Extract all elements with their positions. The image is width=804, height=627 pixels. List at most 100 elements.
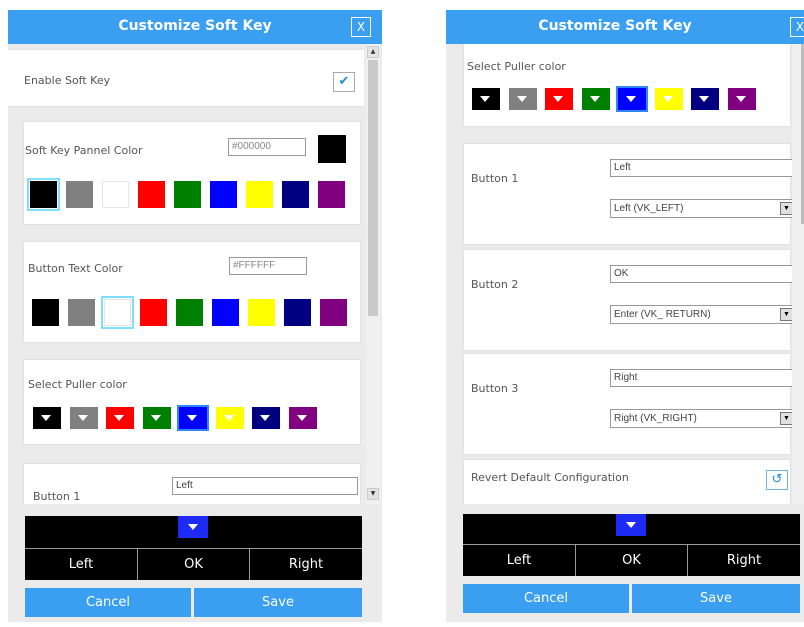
enable-soft-key-label: Enable Soft Key — [24, 74, 111, 87]
color-swatch[interactable] — [68, 299, 95, 326]
cancel-button[interactable]: Cancel — [463, 584, 629, 613]
color-swatch[interactable] — [318, 181, 345, 208]
panel-color-hex-input[interactable]: #000000 — [228, 138, 306, 156]
color-swatch[interactable] — [210, 181, 237, 208]
settings-scroll-area[interactable]: Enable Soft Key ✔ Soft Key Pannel Color … — [8, 44, 364, 504]
puller-color-swatch[interactable] — [691, 88, 719, 110]
vertical-scrollbar[interactable] — [792, 44, 804, 504]
color-swatch[interactable] — [27, 178, 60, 211]
color-swatch[interactable] — [282, 181, 309, 208]
softkey-right-button[interactable]: Right — [249, 548, 362, 580]
button-text-color-hex-input[interactable]: #FFFFFF — [229, 257, 307, 275]
customize-soft-key-dialog-left: Customize Soft Key X Enable Soft Key ✔ S… — [8, 10, 382, 622]
color-swatch[interactable] — [248, 299, 275, 326]
color-swatch[interactable] — [138, 181, 165, 208]
panel-color-preview — [318, 135, 346, 163]
dialog-title: Customize Soft Key — [118, 18, 272, 34]
puller-color-swatch[interactable] — [288, 407, 317, 429]
button1-text-input[interactable]: Left — [172, 477, 358, 495]
puller-color-swatch[interactable] — [177, 405, 209, 431]
softkey-ok-button[interactable]: OK — [575, 544, 687, 576]
settings-scroll-area[interactable]: Select Puller color Button 1 Left Left (… — [446, 44, 792, 504]
enable-soft-key-checkbox[interactable]: ✔ — [333, 72, 355, 92]
dropdown-arrow-icon[interactable]: ▼ — [780, 412, 792, 425]
puller-tab[interactable] — [178, 516, 208, 538]
button2-text-input[interactable]: OK — [610, 265, 792, 283]
puller-color-swatch[interactable] — [581, 88, 610, 110]
title-bar: Customize Soft Key X — [8, 10, 382, 44]
puller-color-swatch[interactable] — [616, 86, 648, 112]
puller-color-swatch[interactable] — [545, 88, 573, 110]
puller-color-label: Select Puller color — [467, 60, 566, 73]
color-swatch[interactable] — [101, 296, 134, 329]
revert-icon[interactable]: ↺ — [766, 470, 788, 490]
puller-color-card: Select Puller color — [464, 44, 790, 126]
close-button[interactable]: X — [351, 17, 371, 37]
softkey-left-button[interactable]: Left — [25, 548, 137, 580]
revert-label: Revert Default Configuration — [471, 471, 629, 484]
chevron-down-icon — [41, 415, 51, 421]
color-swatch[interactable] — [176, 299, 203, 326]
puller-color-swatch[interactable] — [69, 407, 98, 429]
chevron-down-icon — [589, 96, 600, 102]
button1-label: Button 1 — [33, 490, 81, 503]
button1-text-input[interactable]: Left — [610, 159, 792, 177]
chevron-down-icon — [114, 415, 124, 421]
puller-tab[interactable] — [616, 514, 646, 536]
dialog-title: Customize Soft Key — [538, 18, 692, 34]
puller-color-swatch[interactable] — [215, 407, 244, 429]
scrollbar-thumb[interactable] — [368, 60, 378, 316]
customize-soft-key-dialog-right: Customize Soft Key X Select Puller color… — [446, 10, 804, 622]
button-text-color-card: Button Text Color #FFFFFF — [24, 242, 360, 342]
color-swatch[interactable] — [140, 299, 167, 326]
button1-label: Button 1 — [471, 172, 519, 185]
vertical-scrollbar[interactable]: ▲ ▼ — [366, 44, 380, 504]
dropdown-arrow-icon[interactable]: ▼ — [780, 308, 792, 321]
softkey-left-button[interactable]: Left — [463, 544, 575, 576]
chevron-down-icon — [626, 96, 636, 102]
chevron-down-icon — [188, 524, 198, 530]
cancel-button[interactable]: Cancel — [25, 588, 191, 617]
close-button[interactable]: X — [790, 17, 804, 37]
button2-key-value: Enter (VK_ RETURN) — [614, 309, 711, 320]
color-swatch[interactable] — [212, 299, 239, 326]
chevron-down-icon — [699, 96, 709, 102]
chevron-down-icon — [223, 415, 234, 421]
bottom-preview-area: Left OK Right Cancel Save — [446, 504, 804, 622]
color-swatch[interactable] — [32, 299, 59, 326]
save-button[interactable]: Save — [194, 588, 362, 617]
color-swatch[interactable] — [246, 181, 273, 208]
button2-key-select[interactable]: Enter (VK_ RETURN) ▼ — [610, 305, 792, 324]
puller-color-swatch[interactable] — [727, 88, 756, 110]
chevron-down-icon — [626, 522, 636, 528]
puller-color-swatch[interactable] — [472, 88, 500, 110]
button3-key-select[interactable]: Right (VK_RIGHT) ▼ — [610, 409, 792, 428]
dropdown-arrow-icon[interactable]: ▼ — [780, 202, 792, 215]
softkey-right-button[interactable]: Right — [687, 544, 800, 576]
button3-card: Button 3 Right Right (VK_RIGHT) ▼ — [464, 354, 792, 454]
puller-color-swatch[interactable] — [142, 407, 171, 429]
save-button[interactable]: Save — [632, 584, 800, 613]
chevron-down-icon — [516, 96, 527, 102]
button3-text-input[interactable]: Right — [610, 369, 792, 387]
color-swatch[interactable] — [66, 181, 93, 208]
puller-color-swatch[interactable] — [33, 407, 61, 429]
puller-color-swatch[interactable] — [508, 88, 537, 110]
color-swatch[interactable] — [174, 181, 201, 208]
button1-key-value: Left (VK_LEFT) — [614, 203, 684, 214]
puller-color-swatch[interactable] — [654, 88, 683, 110]
chevron-down-icon — [480, 96, 490, 102]
softkey-ok-button[interactable]: OK — [137, 548, 249, 580]
color-swatch[interactable] — [284, 299, 311, 326]
scroll-down-arrow-icon[interactable]: ▼ — [367, 488, 379, 500]
button1-key-select[interactable]: Left (VK_LEFT) ▼ — [610, 199, 792, 218]
puller-color-swatch[interactable] — [106, 407, 134, 429]
puller-color-card: Select Puller color — [24, 360, 360, 444]
color-swatch[interactable] — [320, 299, 347, 326]
panel-color-label: Soft Key Pannel Color — [25, 144, 143, 157]
puller-color-swatch[interactable] — [252, 407, 280, 429]
button2-label: Button 2 — [471, 278, 519, 291]
scroll-up-arrow-icon[interactable]: ▲ — [367, 46, 379, 58]
chevron-down-icon — [735, 96, 746, 102]
color-swatch[interactable] — [102, 181, 129, 208]
